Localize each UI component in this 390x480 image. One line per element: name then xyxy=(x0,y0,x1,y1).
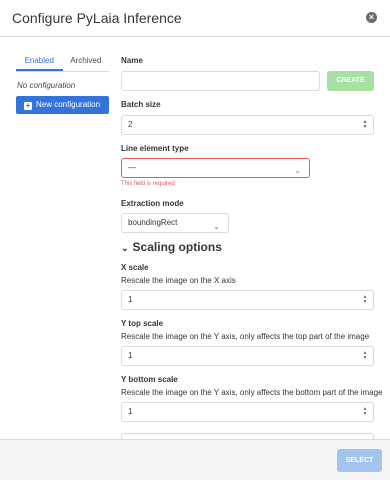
dialog-header: Configure PyLaia Inference × xyxy=(0,0,390,37)
x-scale-label: X scale xyxy=(121,263,149,272)
line-element-type-select[interactable]: — ⌄ xyxy=(121,158,310,178)
tab-enabled[interactable]: Enabled xyxy=(16,52,63,71)
batch-size-value: 2 xyxy=(128,120,133,129)
new-configuration-button[interactable]: + New configuration xyxy=(16,96,109,114)
y-top-scale-value: 1 xyxy=(128,351,133,360)
extraction-mode-select[interactable]: boundingRect ⌄ xyxy=(121,213,229,233)
close-icon[interactable]: × xyxy=(366,12,377,23)
scaling-options-toggle[interactable]: ⌄ Scaling options xyxy=(121,240,222,254)
name-input[interactable] xyxy=(121,71,320,91)
chevron-down-icon: ⌄ xyxy=(121,243,129,253)
plus-icon: + xyxy=(24,101,32,110)
empty-configuration-text: No configuration xyxy=(17,81,76,90)
extraction-mode-value: boundingRect xyxy=(128,218,178,227)
x-scale-value: 1 xyxy=(128,295,133,304)
y-bottom-scale-help: Rescale the image on the Y axis, only af… xyxy=(121,388,383,397)
y-top-scale-help: Rescale the image on the Y axis, only af… xyxy=(121,332,370,341)
y-top-scale-input[interactable]: 1 ▲ ▼ xyxy=(121,346,374,366)
dialog-title: Configure PyLaia Inference xyxy=(12,10,182,26)
configuration-sidebar: Enabled Archived No configuration + New c… xyxy=(16,52,109,114)
create-button[interactable]: CREATE xyxy=(327,71,374,91)
name-label: Name xyxy=(121,56,143,65)
x-scale-input[interactable]: 1 ▲ ▼ xyxy=(121,290,374,310)
new-configuration-label: New configuration xyxy=(36,100,101,109)
stepper-icon[interactable]: ▲ ▼ xyxy=(362,120,368,130)
batch-size-label: Batch size xyxy=(121,100,161,109)
scaling-options-heading: Scaling options xyxy=(132,240,222,254)
y-bottom-scale-value: 1 xyxy=(128,407,133,416)
chevron-down-icon: ⌄ xyxy=(294,166,301,175)
x-scale-help: Rescale the image on the X axis xyxy=(121,276,236,285)
line-element-type-label: Line element type xyxy=(121,144,189,153)
batch-size-input[interactable]: 2 ▲ ▼ xyxy=(121,115,374,135)
select-button[interactable]: SELECT xyxy=(337,449,382,472)
y-bottom-scale-label: Y bottom scale xyxy=(121,375,178,384)
line-element-type-value: — xyxy=(128,163,136,172)
stepper-icon[interactable]: ▲ ▼ xyxy=(362,407,368,417)
y-bottom-scale-input[interactable]: 1 ▲ ▼ xyxy=(121,402,374,422)
y-top-scale-label: Y top scale xyxy=(121,319,164,328)
chevron-down-icon: ⌄ xyxy=(213,222,220,231)
config-tabs: Enabled Archived xyxy=(16,52,109,72)
dialog-footer: SELECT xyxy=(0,439,390,480)
stepper-icon[interactable]: ▲ ▼ xyxy=(362,295,368,305)
extraction-mode-label: Extraction mode xyxy=(121,199,184,208)
tab-archived[interactable]: Archived xyxy=(63,52,110,71)
stepper-icon[interactable]: ▲ ▼ xyxy=(362,351,368,361)
field-error-text: This field is required xyxy=(121,181,175,187)
